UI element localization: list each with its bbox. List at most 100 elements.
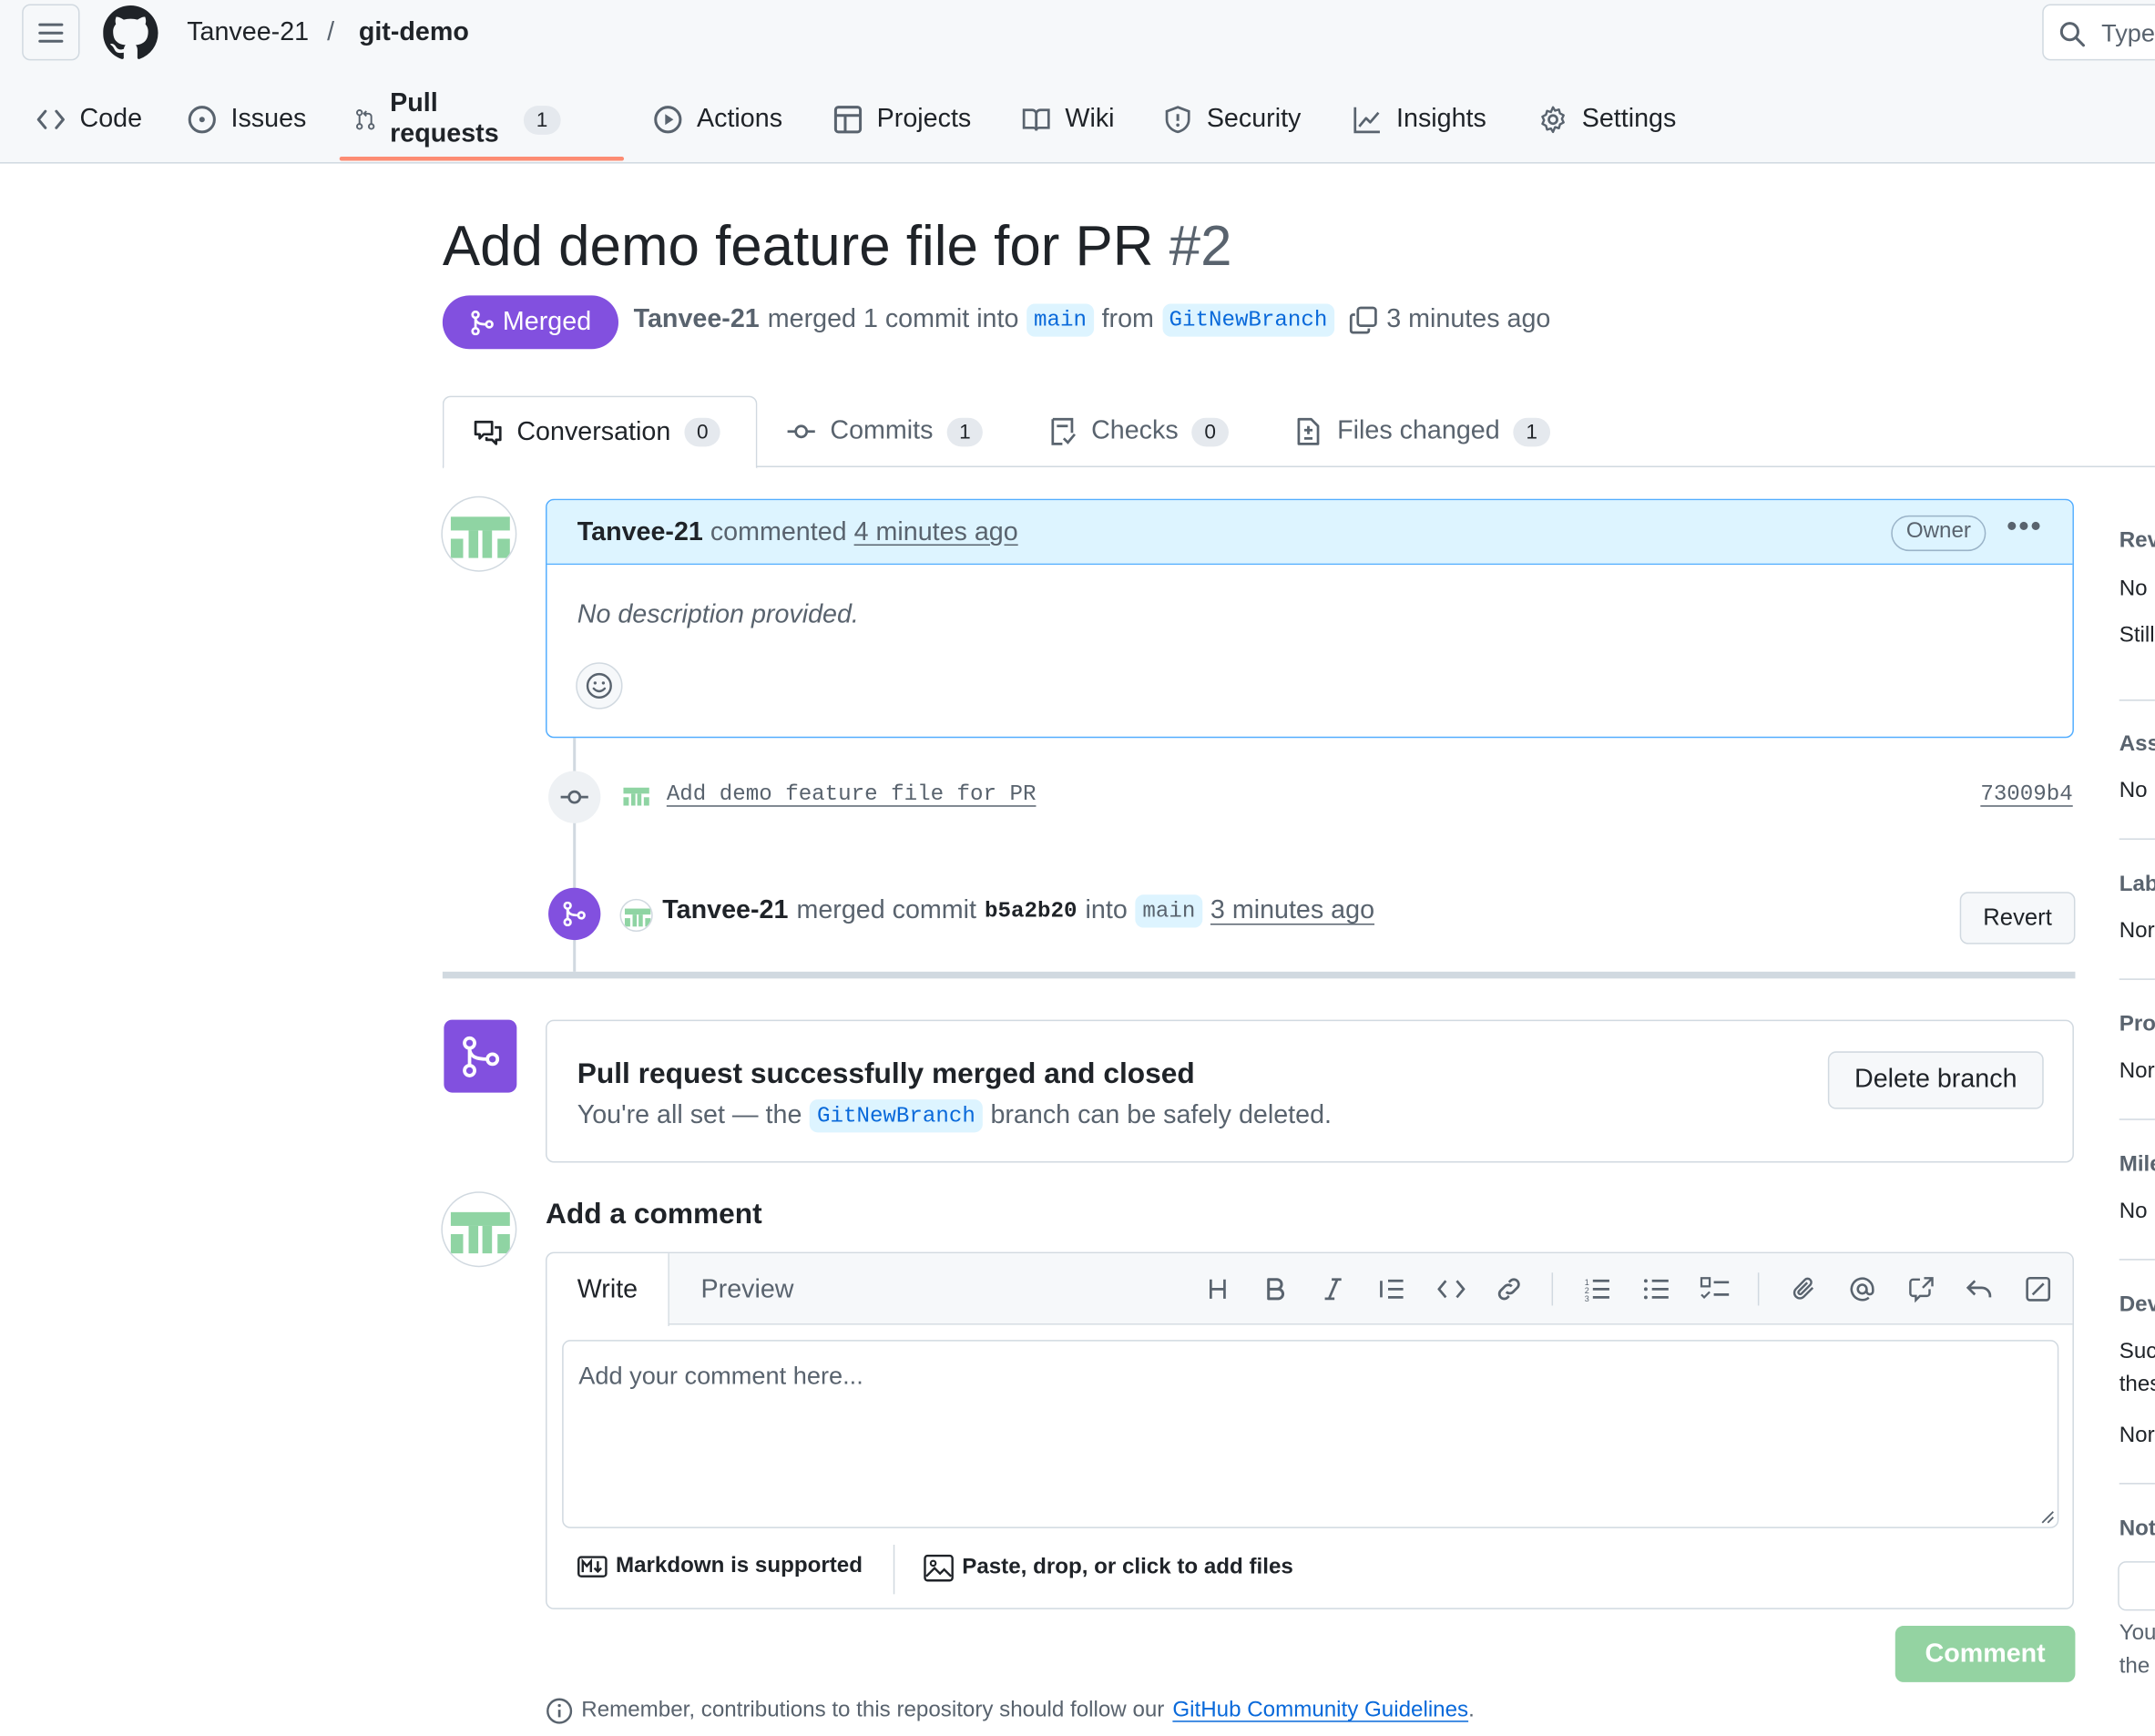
- tasklist-icon[interactable]: [1697, 1271, 1732, 1307]
- sidebar-divider: [2119, 978, 2155, 980]
- merge-event-time[interactable]: 3 minutes ago: [1210, 896, 1374, 926]
- cross-reference-icon[interactable]: [1904, 1271, 1939, 1307]
- footer-divider: [893, 1545, 895, 1595]
- tab-write[interactable]: Write: [546, 1253, 669, 1327]
- nav-security[interactable]: Security: [1163, 91, 1301, 148]
- heading-icon[interactable]: [1200, 1271, 1235, 1307]
- code-icon[interactable]: [1434, 1271, 1469, 1307]
- link-icon[interactable]: [1491, 1271, 1527, 1307]
- avatar[interactable]: [619, 779, 653, 812]
- status-badge-label: Merged: [502, 307, 592, 336]
- merge-status-branch[interactable]: GitNewBranch: [810, 1099, 983, 1133]
- avatar[interactable]: [441, 1191, 517, 1268]
- nav-wiki[interactable]: Wiki: [1021, 91, 1115, 148]
- comment-author[interactable]: Tanvee-21: [577, 518, 703, 547]
- markdown-icon: [577, 1556, 608, 1578]
- merge-event-badge: [548, 887, 601, 941]
- tab-commits[interactable]: Commits 1: [786, 396, 984, 467]
- sidebar-labels-heading[interactable]: Lab: [2119, 873, 2155, 897]
- bold-icon[interactable]: [1258, 1271, 1293, 1307]
- sidebar-labels-value: Nor: [2119, 919, 2155, 944]
- sidebar-divider: [2119, 700, 2155, 701]
- merge-event: Tanvee-21 merged commit b5a2b20 into mai…: [662, 894, 1374, 928]
- avatar[interactable]: [619, 898, 653, 933]
- pr-time: 3 minutes ago: [1386, 304, 1551, 334]
- search-input[interactable]: Type: [2042, 4, 2155, 61]
- head-branch[interactable]: GitNewBranch: [1161, 303, 1334, 337]
- tab-label: Checks: [1091, 416, 1179, 445]
- commit-message-link[interactable]: Add demo feature file for PR: [667, 782, 1037, 807]
- checklist-icon: [1051, 417, 1077, 445]
- identicon-icon: [623, 787, 649, 806]
- nav-settings[interactable]: Settings: [1537, 91, 1676, 148]
- ordered-list-icon[interactable]: 123: [1579, 1271, 1615, 1307]
- comment-header: Tanvee-21 commented 4 minutes ago Owner …: [546, 500, 2073, 566]
- remember-text: Remember, contributions to this reposito…: [581, 1699, 1165, 1722]
- copy-icon[interactable]: [1348, 305, 1378, 335]
- quote-icon[interactable]: [1374, 1271, 1410, 1307]
- pr-title-text: Add demo feature file for PR: [442, 214, 1154, 278]
- commit-event-badge: [548, 771, 601, 823]
- breadcrumb-separator: /: [327, 17, 335, 47]
- comment-editor: Write Preview 123 Add your comment here.…: [546, 1251, 2074, 1609]
- kebab-horizontal-icon[interactable]: •••: [2007, 511, 2042, 541]
- nav-code[interactable]: Code: [36, 91, 142, 148]
- merge-event-author[interactable]: Tanvee-21: [662, 896, 788, 926]
- sidebar-reviewers-heading[interactable]: Rev: [2119, 529, 2155, 554]
- italic-icon[interactable]: [1315, 1271, 1351, 1307]
- comment-placeholder: Add your comment here...: [578, 1362, 863, 1390]
- merge-event-branch[interactable]: main: [1135, 894, 1202, 928]
- nav-label: Wiki: [1065, 104, 1115, 134]
- github-logo-icon[interactable]: [103, 5, 158, 60]
- base-branch[interactable]: main: [1026, 303, 1094, 337]
- nav-label: Projects: [876, 104, 972, 134]
- nav-pull-requests[interactable]: Pull requests 1: [354, 89, 560, 148]
- community-guidelines-link[interactable]: GitHub Community Guidelines: [1172, 1699, 1468, 1723]
- add-reaction-button[interactable]: [576, 662, 623, 710]
- tab-preview[interactable]: Preview: [701, 1253, 794, 1326]
- paperclip-icon[interactable]: [1787, 1271, 1823, 1307]
- sidebar-reviewers-note: Still: [2119, 624, 2155, 648]
- avatar[interactable]: [441, 495, 517, 572]
- revert-button[interactable]: Revert: [1959, 892, 2076, 945]
- tab-conversation[interactable]: Conversation 0: [442, 395, 758, 469]
- breadcrumb-repo[interactable]: git-demo: [359, 16, 469, 49]
- comment-submit-button[interactable]: Comment: [1895, 1626, 2076, 1682]
- nav-insights[interactable]: Insights: [1353, 91, 1486, 148]
- delete-branch-button[interactable]: Delete branch: [1827, 1051, 2044, 1109]
- commit-sha-link[interactable]: 73009b4: [1980, 782, 2072, 807]
- nav-actions[interactable]: Actions: [653, 91, 782, 148]
- sidebar-projects-heading[interactable]: Pro: [2119, 1013, 2155, 1037]
- sidebar-divider: [2119, 1483, 2155, 1485]
- comment-time[interactable]: 4 minutes ago: [854, 518, 1018, 547]
- fullscreen-edit-icon[interactable]: [2020, 1271, 2056, 1307]
- sidebar-milestone-heading[interactable]: Mile: [2119, 1153, 2155, 1178]
- markdown-note[interactable]: Markdown is supported: [577, 1555, 863, 1579]
- comment-card: Tanvee-21 commented 4 minutes ago Owner …: [546, 498, 2074, 739]
- pull-requests-counter: 1: [524, 105, 560, 135]
- reply-icon[interactable]: [1961, 1271, 1997, 1307]
- tab-checks[interactable]: Checks 0: [1047, 396, 1229, 467]
- git-merge-icon: [471, 310, 494, 335]
- pr-author[interactable]: Tanvee-21: [634, 305, 760, 335]
- subscribe-button[interactable]: [2118, 1561, 2155, 1611]
- nav-issues[interactable]: Issues: [187, 91, 306, 148]
- nav-label: Insights: [1396, 104, 1486, 134]
- breadcrumb-owner[interactable]: Tanvee-21: [187, 16, 309, 49]
- merged-status-icon-box: [444, 1019, 517, 1093]
- sidebar-notifications-heading: Not: [2119, 1516, 2155, 1541]
- tab-files-changed[interactable]: Files changed 1: [1293, 396, 1550, 467]
- sidebar-assignees-heading[interactable]: Ass: [2119, 732, 2155, 757]
- merge-event-text: merged commit: [796, 895, 977, 925]
- unordered-list-icon[interactable]: [1639, 1271, 1674, 1307]
- mention-icon[interactable]: [1844, 1271, 1880, 1307]
- attach-files[interactable]: Paste, drop, or click to add files: [924, 1554, 1293, 1582]
- merge-commit-sha[interactable]: b5a2b20: [985, 899, 1077, 924]
- comment-textarea[interactable]: Add your comment here...: [562, 1340, 2059, 1528]
- resize-handle-icon[interactable]: [2038, 1507, 2055, 1524]
- nav-projects[interactable]: Projects: [832, 91, 971, 148]
- three-bars-icon: [38, 22, 64, 43]
- sidebar-development-heading[interactable]: Dev: [2119, 1293, 2155, 1318]
- add-comment-title: Add a comment: [546, 1198, 762, 1231]
- hamburger-menu-button[interactable]: [22, 4, 80, 61]
